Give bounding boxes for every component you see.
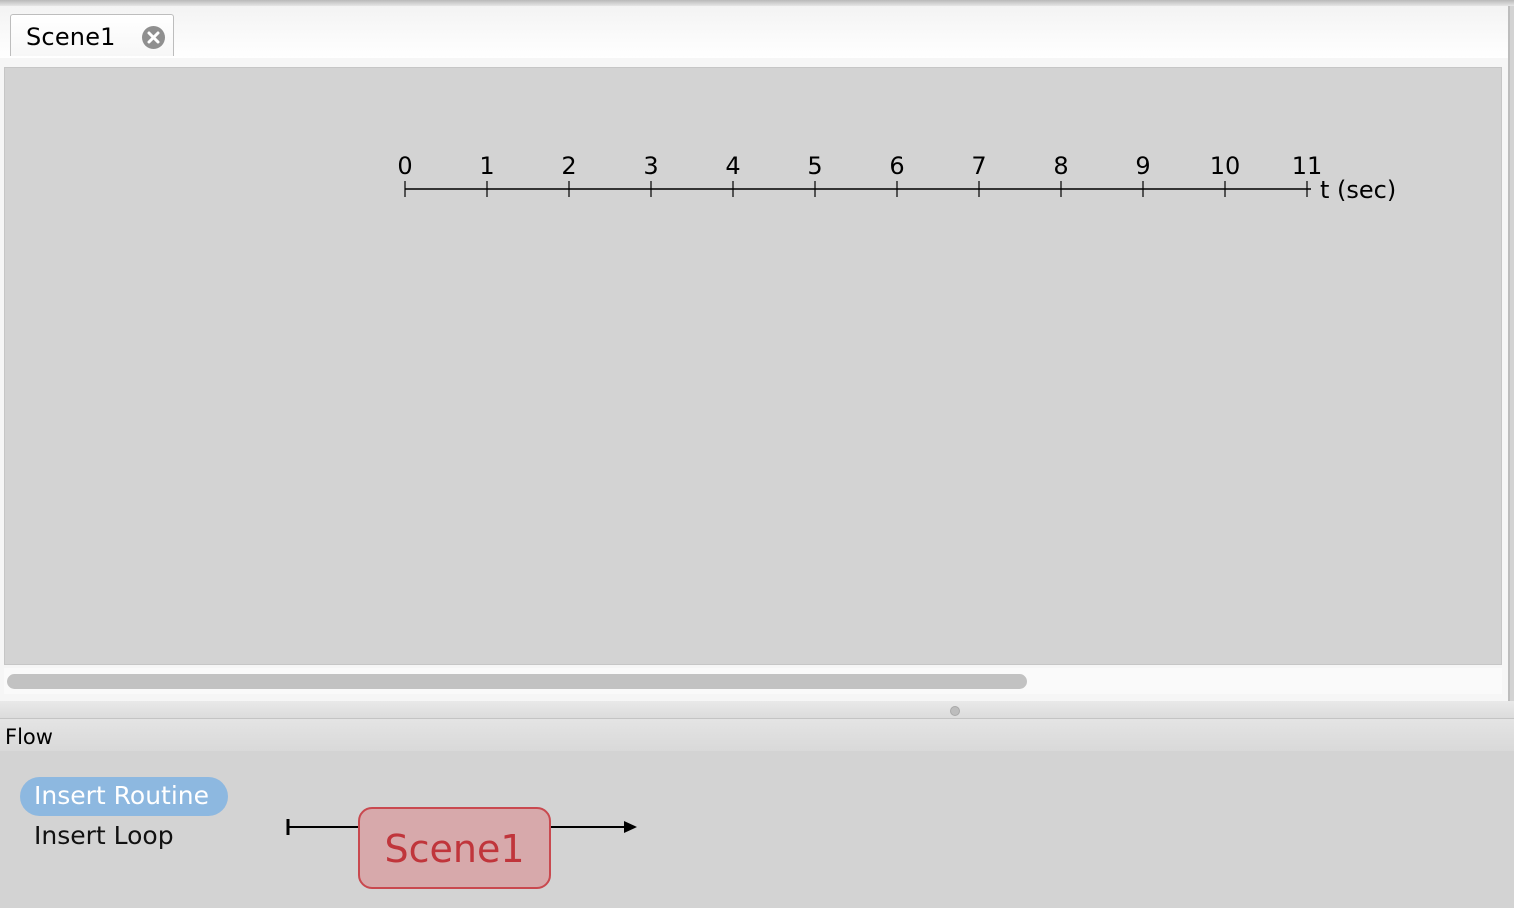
tab-label: Scene1 <box>26 23 116 51</box>
timeline-tick-label: 0 <box>397 152 412 180</box>
timeline-tick-label: 9 <box>1135 152 1150 180</box>
flow-arrow-icon <box>624 821 637 833</box>
flow-routine-label: Scene1 <box>384 827 525 871</box>
tab-scene1[interactable]: Scene1 <box>10 14 174 56</box>
routine-canvas: 0 1 2 3 4 5 6 7 8 9 10 11 t (sec) <box>4 67 1502 665</box>
timeline-tick-label: 1 <box>479 152 494 180</box>
timeline-unit-label: t (sec) <box>1320 176 1396 204</box>
flow-routine-scene1[interactable]: Scene1 <box>358 807 551 889</box>
timeline-tick-label: 10 <box>1210 152 1241 180</box>
timeline-tick-label: 6 <box>889 152 904 180</box>
resize-grip-icon[interactable]: ⋮ <box>1509 340 1514 358</box>
splitter-handle-icon[interactable] <box>950 706 960 716</box>
horizontal-scrollbar[interactable] <box>4 668 1502 694</box>
timeline-ruler: 0 1 2 3 4 5 6 7 8 9 10 11 t (sec) <box>397 152 1396 204</box>
flow-timeline <box>286 819 637 835</box>
flow-panel: Insert Routine Insert Loop Scene1 <box>0 751 1514 908</box>
timeline-tick-label: 11 <box>1292 152 1323 180</box>
timeline-tick-label: 5 <box>807 152 822 180</box>
routine-panel: 0 1 2 3 4 5 6 7 8 9 10 11 t (sec) <box>0 58 1510 701</box>
timeline-tick-label: 8 <box>1053 152 1068 180</box>
flow-title: Flow <box>5 725 53 749</box>
routine-tab-bar: Scene1 <box>0 6 1510 59</box>
timeline-tick-label: 7 <box>971 152 986 180</box>
panel-splitter[interactable] <box>0 701 1514 719</box>
timeline-tick-label: 3 <box>643 152 658 180</box>
timeline-tick-label: 4 <box>725 152 740 180</box>
builder-window: Scene1 0 1 2 3 4 5 6 7 8 9 10 11 t (sec) ⋮ Flow <box>0 0 1514 908</box>
close-circle-icon[interactable] <box>141 25 166 50</box>
timeline-tick-label: 2 <box>561 152 576 180</box>
scrollbar-thumb[interactable] <box>7 674 1027 689</box>
flow-panel-header: Flow <box>0 719 1514 751</box>
